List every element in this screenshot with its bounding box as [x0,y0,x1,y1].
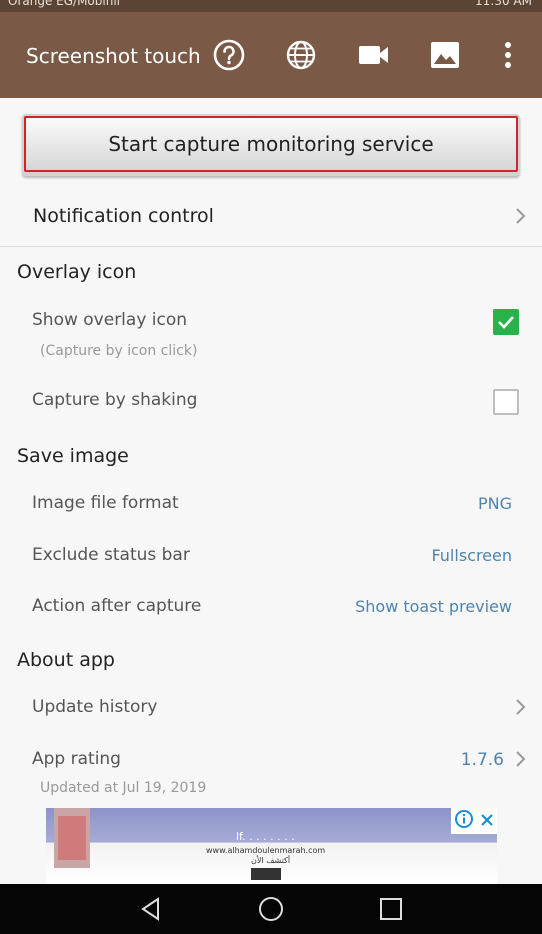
carrier-label: Orange EG/Mobinil [8,0,120,8]
exclude-status-bar-value: Fullscreen [431,546,512,565]
show-overlay-icon-checkbox[interactable] [493,309,519,335]
ad-footer: أكتشف الأن [251,856,291,865]
show-overlay-icon-label: Show overlay icon [32,310,188,330]
globe-icon[interactable] [285,38,317,72]
app-title: Screenshot touch [26,44,201,68]
chevron-right-icon [512,207,528,225]
notification-control-row[interactable]: Notification control [0,200,542,246]
ad-info-icon[interactable] [454,810,473,832]
help-icon[interactable] [213,38,245,72]
action-after-capture-value: Show toast preview [355,597,512,616]
update-history-row[interactable]: Update history [0,694,542,726]
status-time: 11:30 AM [475,0,532,8]
section-title-about-app: About app [17,649,115,671]
show-overlay-icon-summary: (Capture by icon click) [40,343,198,359]
app-rating-row[interactable]: App rating 1.7.6 Updated at Jul 19, 2019 [0,746,542,802]
image-file-format-label: Image file format [32,493,179,513]
navigation-bar [0,884,542,934]
app-rating-label: App rating [32,749,121,769]
ad-close-icon[interactable] [480,812,494,831]
app-updated-summary: Updated at Jul 19, 2019 [40,780,207,796]
ad-logo [251,868,281,880]
show-overlay-icon-row[interactable]: Show overlay icon (Capture by icon click… [0,303,542,363]
app-bar: Screenshot touch [0,12,542,98]
section-title-overlay: Overlay icon [17,261,137,283]
app-version-value: 1.7.6 [460,750,504,770]
action-after-capture-label: Action after capture [32,596,202,616]
ad-url: www.alhamdoulenmarah.com [206,846,326,855]
exclude-status-bar-row[interactable]: Exclude status bar Fullscreen [0,542,542,572]
image-file-format-value: PNG [477,494,512,513]
back-icon[interactable] [136,894,166,924]
home-icon[interactable] [256,894,286,924]
capture-by-shaking-row[interactable]: Capture by shaking [0,386,542,420]
ad-image-overlay [58,816,86,860]
recents-icon[interactable] [376,894,406,924]
capture-by-shaking-label: Capture by shaking [32,390,198,410]
divider [0,246,542,247]
exclude-status-bar-label: Exclude status bar [32,545,190,565]
image-icon[interactable] [429,38,461,72]
update-history-label: Update history [32,697,158,717]
notification-control-label: Notification control [33,205,214,227]
start-button-frame: Start capture monitoring service [22,114,520,176]
capture-by-shaking-checkbox[interactable] [493,389,519,415]
status-bar: Orange EG/Mobinil 11:30 AM [0,0,542,12]
chevron-right-icon [512,750,528,768]
overflow-menu-icon[interactable] [492,38,524,72]
start-capture-button[interactable]: Start capture monitoring service [24,116,518,172]
action-after-capture-row[interactable]: Action after capture Show toast preview [0,593,542,623]
ad-banner[interactable]: lf. . . . . . . . www.alhamdoulenmarah.c… [46,808,497,884]
section-title-save-image: Save image [17,445,129,467]
ad-controls [451,808,497,834]
video-camera-icon[interactable] [358,38,390,72]
image-file-format-row[interactable]: Image file format PNG [0,490,542,520]
chevron-right-icon [512,698,528,716]
settings-list: Start capture monitoring service Notific… [0,98,542,884]
ad-headline: lf. . . . . . . . [236,830,295,843]
